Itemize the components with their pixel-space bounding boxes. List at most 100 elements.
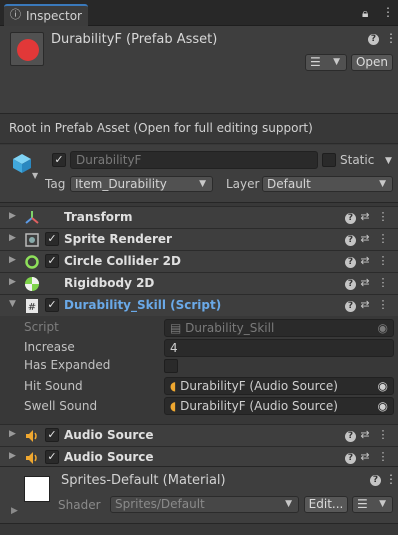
component-menu-icon[interactable]: ⋮ [374, 254, 392, 267]
component-menu-icon[interactable]: ⋮ [374, 298, 392, 311]
component-name: Rigidbody 2D [64, 276, 155, 290]
swell-sound-label: Swell Sound [24, 399, 98, 413]
presets-icon[interactable]: ⇄ [356, 298, 374, 311]
component-enabled-checkbox[interactable]: ✓ [45, 254, 59, 268]
component-enabled-checkbox[interactable]: ✓ [45, 428, 59, 442]
inspector-tab[interactable]: ⓘ Inspector [4, 4, 88, 26]
component-tools: ? ⇄ ⋮ [345, 450, 392, 464]
component-sprite-renderer[interactable]: ▶ ✓ Sprite Renderer ? ⇄ ⋮ [0, 228, 398, 250]
object-picker-icon[interactable]: ◉ [378, 398, 388, 414]
swell-sound-field[interactable]: ◖ DurabilityF (Audio Source) ◉ [164, 397, 394, 415]
component-name: Durability_Skill (Script) [64, 298, 222, 312]
component-enabled-checkbox[interactable]: ✓ [45, 298, 59, 312]
component-circle-collider[interactable]: ▶ ✓ Circle Collider 2D ? ⇄ ⋮ [0, 250, 398, 272]
help-icon[interactable]: ? [345, 213, 356, 224]
open-button[interactable]: Open [351, 54, 393, 71]
has-expanded-checkbox[interactable] [164, 359, 178, 373]
sprite-renderer-icon [24, 232, 40, 248]
component-transform[interactable]: ▶ Transform ? ⇄ ⋮ [0, 206, 398, 228]
chevron-down-icon: ▼ [285, 499, 292, 509]
component-durability-skill[interactable]: ▼ # ✓ Durability_Skill (Script) ? ⇄ ⋮ [0, 294, 398, 316]
component-tools: ? ⇄ ⋮ [345, 254, 392, 268]
object-picker-icon[interactable]: ◉ [378, 378, 388, 394]
help-icon[interactable]: ? [345, 453, 356, 464]
component-menu-icon[interactable]: ⋮ [374, 276, 392, 289]
help-icon[interactable]: ? [345, 279, 356, 290]
presets-icon[interactable]: ⇄ [356, 232, 374, 245]
help-icon[interactable]: ? [345, 431, 356, 442]
presets-icon[interactable]: ⇄ [356, 276, 374, 289]
component-tools: ? ⇄ ⋮ [345, 298, 392, 312]
tag-label: Tag [45, 177, 66, 191]
active-checkbox[interactable]: ✓ [52, 153, 66, 167]
static-chevron-down-icon[interactable]: ▼ [385, 156, 392, 166]
component-enabled-checkbox[interactable]: ✓ [45, 232, 59, 246]
component-name: Sprite Renderer [64, 232, 172, 246]
gameobject-icon[interactable] [11, 152, 33, 174]
fold-arrow-icon[interactable]: ▶ [9, 277, 16, 287]
help-icon[interactable]: ? [370, 475, 381, 486]
lock-icon[interactable]: 🔒︎ [362, 6, 368, 21]
presets-icon[interactable]: ⇄ [356, 254, 374, 267]
presets-icon[interactable]: ⇄ [356, 210, 374, 223]
increase-label: Increase [24, 340, 75, 354]
shader-label: Shader [58, 498, 101, 512]
hit-sound-label: Hit Sound [24, 379, 83, 393]
material-menu-icon[interactable]: ⋮ [385, 472, 397, 486]
script-field: ▤ Durability_Skill ◉ [164, 319, 394, 337]
help-icon[interactable]: ? [345, 301, 356, 312]
settings-menu-icon[interactable]: ⋮ [385, 31, 397, 45]
component-rigidbody[interactable]: ▶ Rigidbody 2D ? ⇄ ⋮ [0, 272, 398, 294]
presets-icon[interactable]: ⇄ [356, 450, 374, 463]
kebab-menu-icon[interactable]: ⋮ [382, 5, 394, 19]
presets-icon[interactable]: ⇄ [356, 428, 374, 441]
script-icon: # [24, 298, 40, 314]
help-icon[interactable]: ? [345, 257, 356, 268]
increase-input[interactable]: 4 [164, 339, 394, 357]
fold-arrow-icon[interactable]: ▶ [9, 233, 16, 243]
component-enabled-checkbox[interactable]: ✓ [45, 450, 59, 464]
component-menu-icon[interactable]: ⋮ [374, 210, 392, 223]
list-icon: ☰ [357, 497, 368, 511]
component-name: Audio Source [64, 428, 154, 442]
tag-value: Item_Durability [75, 177, 167, 191]
shader-value: Sprites/Default [115, 497, 205, 511]
component-tools: ? ⇄ ⋮ [345, 210, 392, 224]
component-audio-source-2[interactable]: ▶ ✓ Audio Source ? ⇄ ⋮ [0, 446, 398, 468]
fold-arrow-icon[interactable]: ▶ [9, 429, 16, 439]
fold-arrow-icon[interactable]: ▶ [9, 451, 16, 461]
component-name: Transform [64, 210, 133, 224]
script-file-icon: ▤ [170, 321, 186, 335]
static-checkbox[interactable] [322, 153, 336, 167]
shader-dropdown[interactable]: Sprites/Default ▼ [110, 496, 299, 513]
edit-shader-button[interactable]: Edit... [304, 496, 348, 513]
material-preset-dropdown[interactable]: ☰ ▼ [352, 496, 393, 513]
layer-value: Default [267, 177, 311, 191]
material-name: Sprites-Default (Material) [61, 473, 226, 488]
component-menu-icon[interactable]: ⋮ [374, 450, 392, 463]
hit-sound-field[interactable]: ◖ DurabilityF (Audio Source) ◉ [164, 377, 394, 395]
chevron-down-icon: ▼ [199, 179, 206, 189]
fold-arrow-icon[interactable]: ▶ [9, 255, 16, 265]
component-audio-source-1[interactable]: ▶ ✓ Audio Source ? ⇄ ⋮ [0, 424, 398, 446]
circle-collider-icon [24, 254, 40, 270]
fold-open-arrow-icon[interactable]: ▼ [9, 299, 16, 309]
audio-source-icon [24, 450, 40, 466]
static-label: Static [340, 153, 375, 167]
object-picker-icon: ◉ [377, 321, 388, 335]
preset-dropdown[interactable]: ☰ ▼ [305, 54, 347, 71]
component-menu-icon[interactable]: ⋮ [374, 232, 392, 245]
layer-dropdown[interactable]: Default ▼ [262, 176, 393, 192]
has-expanded-label: Has Expanded [24, 358, 111, 372]
prefab-icon [10, 32, 44, 66]
help-icon[interactable]: ? [345, 235, 356, 246]
component-menu-icon[interactable]: ⋮ [374, 428, 392, 441]
fold-arrow-icon[interactable]: ▶ [9, 211, 16, 221]
tag-dropdown[interactable]: Item_Durability ▼ [70, 176, 213, 192]
icon-chevron-down-icon[interactable]: ▼ [32, 171, 38, 180]
help-icon[interactable]: ? [368, 34, 379, 45]
material-fold-arrow-icon[interactable]: ▶ [11, 506, 18, 516]
component-name: Circle Collider 2D [64, 254, 181, 268]
material-preview [24, 476, 50, 502]
gameobject-name-field[interactable]: DurabilityF [70, 151, 318, 169]
